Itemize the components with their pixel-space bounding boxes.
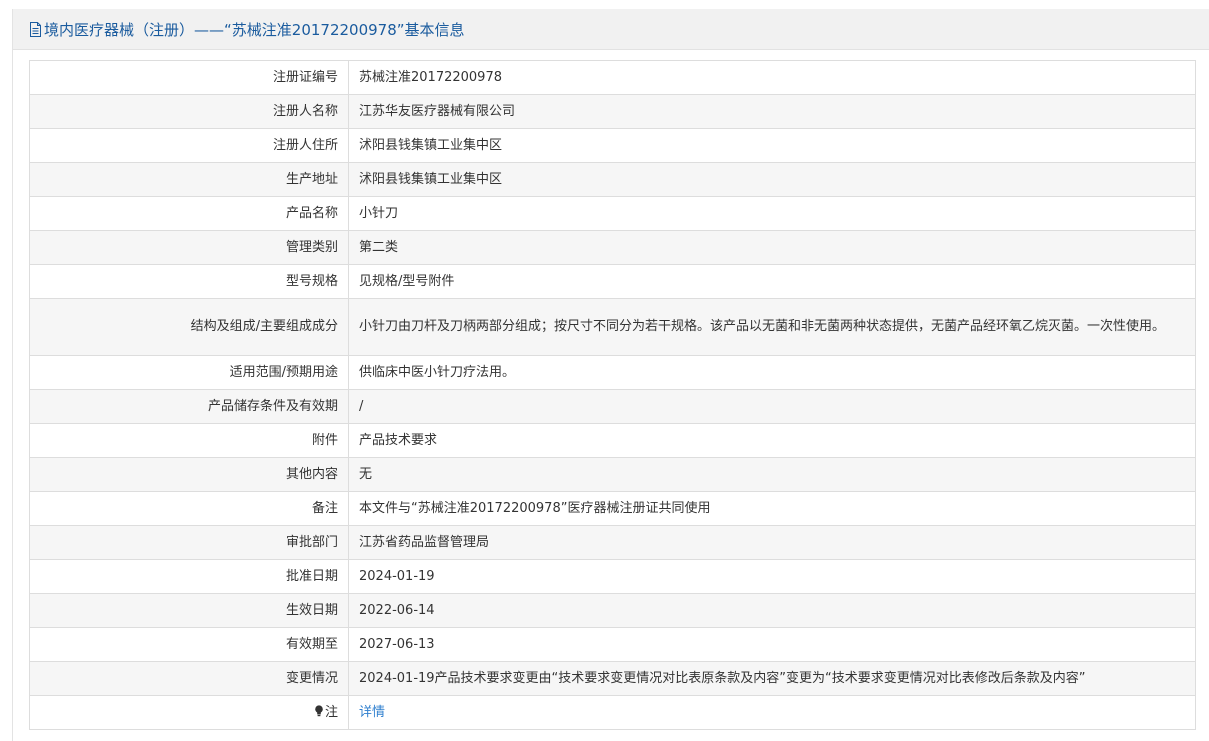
row-value: 小针刀由刀杆及刀柄两部分组成；按尺寸不同分为若干规格。该产品以无菌和非无菌两种状… [348, 298, 1196, 356]
row-label: 型号规格 [29, 264, 349, 299]
row-label: 有效期至 [29, 627, 349, 662]
row-label: 管理类别 [29, 230, 349, 265]
row-label: 适用范围/预期用途 [29, 355, 349, 390]
note-label-cell: 注 [29, 695, 349, 730]
row-value: 沭阳县钱集镇工业集中区 [348, 128, 1196, 163]
table-row: 注 详情 [29, 695, 1196, 730]
page-title: 境内医疗器械（注册）——“苏械注准20172200978”基本信息 [44, 20, 465, 39]
row-value: 无 [348, 457, 1196, 492]
table-row: 注册人住所 沭阳县钱集镇工业集中区 [29, 128, 1196, 163]
row-value: 2027-06-13 [348, 627, 1196, 662]
table-row: 注册证编号 苏械注准20172200978 [29, 60, 1196, 95]
table-row: 其他内容 无 [29, 457, 1196, 492]
row-value: 本文件与“苏械注准20172200978”医疗器械注册证共同使用 [348, 491, 1196, 526]
table-row: 生产地址 沭阳县钱集镇工业集中区 [29, 162, 1196, 197]
row-value: 小针刀 [348, 196, 1196, 231]
row-label: 附件 [29, 423, 349, 458]
row-value: 第二类 [348, 230, 1196, 265]
table-row: 适用范围/预期用途 供临床中医小针刀疗法用。 [29, 355, 1196, 390]
table-row: 产品储存条件及有效期 / [29, 389, 1196, 424]
row-value: 见规格/型号附件 [348, 264, 1196, 299]
panel-header: 境内医疗器械（注册）——“苏械注准20172200978”基本信息 [13, 9, 1209, 50]
table-row: 管理类别 第二类 [29, 230, 1196, 265]
row-value: 2024-01-19 [348, 559, 1196, 594]
document-icon [30, 22, 41, 37]
table-row: 结构及组成/主要组成成分 小针刀由刀杆及刀柄两部分组成；按尺寸不同分为若干规格。… [29, 298, 1196, 356]
row-label: 其他内容 [29, 457, 349, 492]
table-row: 有效期至 2027-06-13 [29, 627, 1196, 662]
row-value: 产品技术要求 [348, 423, 1196, 458]
row-label: 结构及组成/主要组成成分 [29, 298, 349, 356]
table-row: 注册人名称 江苏华友医疗器械有限公司 [29, 94, 1196, 129]
table-row: 审批部门 江苏省药品监督管理局 [29, 525, 1196, 560]
row-value: 苏械注准20172200978 [348, 60, 1196, 95]
main-panel: 境内医疗器械（注册）——“苏械注准20172200978”基本信息 注册证编号 … [12, 9, 1209, 741]
row-label: 注册人住所 [29, 128, 349, 163]
table-row: 附件 产品技术要求 [29, 423, 1196, 458]
row-value: 江苏省药品监督管理局 [348, 525, 1196, 560]
table-row: 变更情况 2024-01-19产品技术要求变更由“技术要求变更情况对比表原条款及… [29, 661, 1196, 696]
info-table: 注册证编号 苏械注准20172200978 注册人名称 江苏华友医疗器械有限公司… [29, 60, 1196, 730]
table-row: 备注 本文件与“苏械注准20172200978”医疗器械注册证共同使用 [29, 491, 1196, 526]
row-label: 生产地址 [29, 162, 349, 197]
row-value: 2022-06-14 [348, 593, 1196, 628]
info-table-wrapper: 注册证编号 苏械注准20172200978 注册人名称 江苏华友医疗器械有限公司… [29, 60, 1196, 730]
table-row: 批准日期 2024-01-19 [29, 559, 1196, 594]
lightbulb-icon [315, 704, 323, 716]
row-value: / [348, 389, 1196, 424]
row-value: 供临床中医小针刀疗法用。 [348, 355, 1196, 390]
row-label: 审批部门 [29, 525, 349, 560]
row-label: 变更情况 [29, 661, 349, 696]
row-label: 注 [324, 704, 338, 720]
row-value: 详情 [348, 695, 1196, 730]
row-value: 沭阳县钱集镇工业集中区 [348, 162, 1196, 197]
details-link[interactable]: 详情 [359, 705, 385, 720]
row-label: 批准日期 [29, 559, 349, 594]
table-row: 生效日期 2022-06-14 [29, 593, 1196, 628]
row-label: 生效日期 [29, 593, 349, 628]
row-label: 备注 [29, 491, 349, 526]
row-value: 2024-01-19产品技术要求变更由“技术要求变更情况对比表原条款及内容”变更… [348, 661, 1196, 696]
row-value: 江苏华友医疗器械有限公司 [348, 94, 1196, 129]
row-label: 注册人名称 [29, 94, 349, 129]
row-label: 注册证编号 [29, 60, 349, 95]
row-label: 产品名称 [29, 196, 349, 231]
table-row: 型号规格 见规格/型号附件 [29, 264, 1196, 299]
table-row: 产品名称 小针刀 [29, 196, 1196, 231]
row-label: 产品储存条件及有效期 [29, 389, 349, 424]
